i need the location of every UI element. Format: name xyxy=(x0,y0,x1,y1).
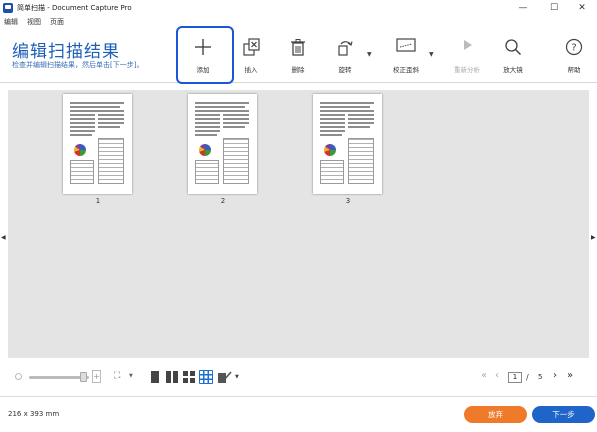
page-number-label: 3 xyxy=(345,197,351,205)
cancel-button[interactable]: 放弃 xyxy=(464,406,527,423)
rotate-label: 旋转 xyxy=(338,66,352,74)
trash-icon xyxy=(291,39,305,56)
maximize-button[interactable]: ☐ xyxy=(539,0,569,16)
title-bar: 简单扫描 - Document Capture Pro — ☐ ✕ xyxy=(0,0,597,16)
magnifier-icon xyxy=(505,39,522,56)
header: 编辑扫描结果 检查并编辑扫描结果，然后单击[下一步]。 添加 插入 删除 旋转 … xyxy=(0,27,597,83)
view-four-page-icon[interactable] xyxy=(182,370,196,384)
help-icon: ? xyxy=(565,38,583,56)
help-button[interactable]: ? 帮助 xyxy=(560,27,588,83)
footer: 216 x 393 mm 放弃 下一步 xyxy=(0,396,597,432)
delete-button[interactable]: 删除 xyxy=(281,27,315,83)
first-page-icon[interactable]: « xyxy=(481,370,487,381)
menu-page[interactable]: 页面 xyxy=(50,17,64,27)
svg-text:?: ? xyxy=(571,43,576,54)
magnifier-label: 放大镜 xyxy=(503,66,523,74)
deskew-icon xyxy=(396,38,416,52)
fit-dropdown-icon[interactable]: ▼ xyxy=(129,373,133,379)
deskew-dropdown-icon[interactable]: ▼ xyxy=(429,51,434,58)
page-thumbnail[interactable] xyxy=(313,94,382,194)
help-label: 帮助 xyxy=(567,66,581,74)
previous-page-icon[interactable]: ‹ xyxy=(495,370,499,381)
minimize-button[interactable]: — xyxy=(508,0,538,16)
page-thumbnail[interactable] xyxy=(63,94,132,194)
close-button[interactable]: ✕ xyxy=(567,0,597,16)
next-step-button[interactable]: 下一步 xyxy=(532,406,595,423)
page-separator: / xyxy=(526,373,529,382)
page-title: 编辑扫描结果 xyxy=(12,42,120,62)
insert-label: 插入 xyxy=(244,66,258,74)
rotate-icon xyxy=(338,41,353,56)
page-number-input[interactable]: 1 xyxy=(508,372,522,383)
menu-view[interactable]: 视图 xyxy=(27,17,41,27)
rotate-button[interactable]: 旋转 xyxy=(328,27,362,83)
zoom-out-icon[interactable] xyxy=(15,373,22,380)
view-thumbnail-grid-icon[interactable] xyxy=(199,370,213,384)
magnifier-button[interactable]: 放大镜 xyxy=(496,27,530,83)
last-page-icon[interactable]: » xyxy=(567,370,573,381)
app-icon xyxy=(3,3,13,13)
page-dimensions: 216 x 393 mm xyxy=(8,410,60,418)
bottom-toolbar: + ⛶ ▼ ▼ « ‹ 1 / 5 › » xyxy=(8,358,589,396)
page-thumbnail[interactable] xyxy=(188,94,257,194)
rotate-dropdown-icon[interactable]: ▼ xyxy=(367,51,372,58)
deskew-label: 校正歪斜 xyxy=(393,66,419,74)
add-button-highlight xyxy=(176,26,234,84)
page-number-label: 1 xyxy=(95,197,101,205)
left-panel-toggle-icon[interactable]: ◀ xyxy=(1,234,6,241)
insert-page-icon xyxy=(243,38,260,56)
page-subtitle: 检查并编辑扫描结果，然后单击[下一步]。 xyxy=(12,61,144,69)
annotate-icon[interactable] xyxy=(218,370,232,384)
reanalyze-label: 重新分析 xyxy=(454,66,480,74)
menu-edit[interactable]: 编辑 xyxy=(4,17,18,27)
page-number-label: 2 xyxy=(220,197,226,205)
view-two-page-icon[interactable] xyxy=(165,370,179,384)
annotate-dropdown-icon[interactable]: ▼ xyxy=(235,374,239,380)
reanalyze-button[interactable]: 重新分析 xyxy=(447,27,487,83)
menu-bar: 编辑 视图 页面 xyxy=(0,16,597,27)
fit-to-window-icon[interactable]: ⛶ xyxy=(114,370,126,382)
zoom-in-icon[interactable]: + xyxy=(92,370,101,383)
deskew-button[interactable]: 校正歪斜 xyxy=(386,27,426,83)
page-total: 5 xyxy=(538,373,543,381)
next-page-icon[interactable]: › xyxy=(553,370,557,381)
delete-label: 删除 xyxy=(291,66,305,74)
right-panel-toggle-icon[interactable]: ▶ xyxy=(591,234,596,241)
play-icon xyxy=(464,40,472,50)
insert-button[interactable]: 插入 xyxy=(234,27,268,83)
zoom-slider-handle[interactable] xyxy=(80,372,87,382)
window-title: 简单扫描 - Document Capture Pro xyxy=(17,4,132,12)
view-single-page-icon[interactable] xyxy=(148,370,162,384)
